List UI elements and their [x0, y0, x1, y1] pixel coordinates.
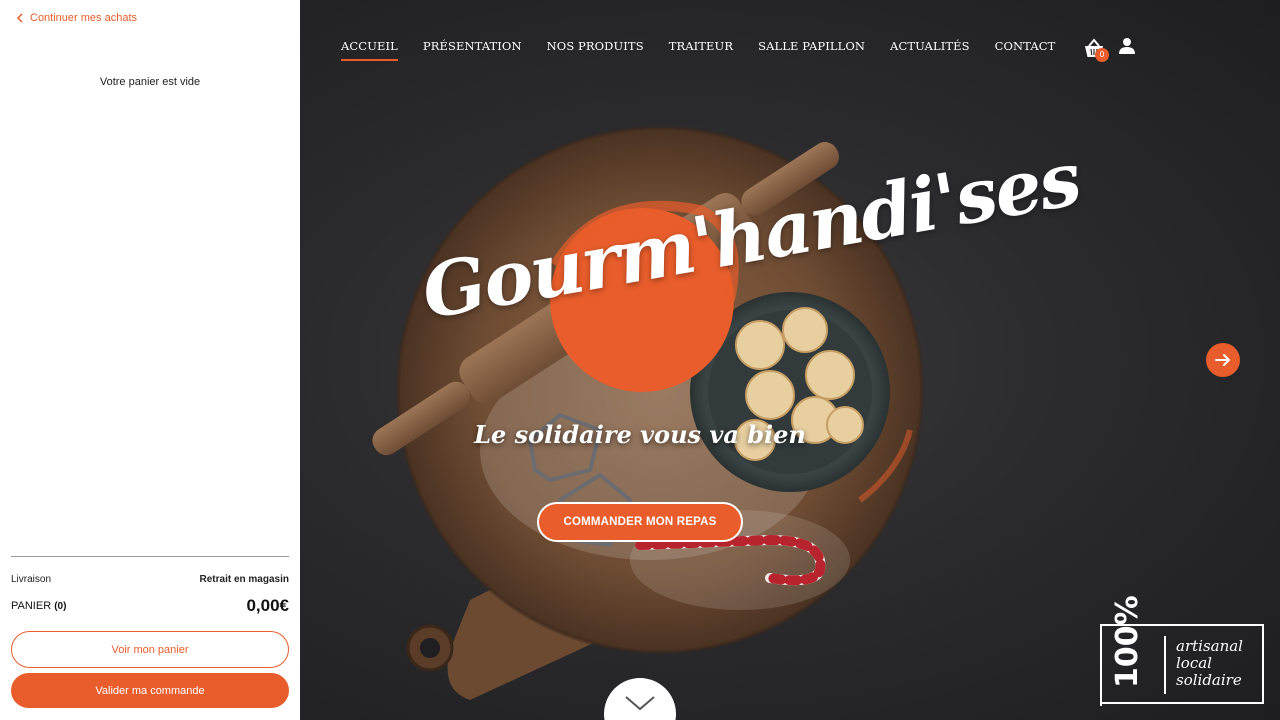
- badge-word-local: local: [1176, 654, 1212, 672]
- hero-tagline: Le solidaire vous va bien: [474, 420, 806, 449]
- nav-item-traiteur[interactable]: TRAITEUR: [669, 39, 733, 61]
- view-cart-button[interactable]: Voir mon panier: [11, 631, 289, 668]
- delivery-label: Livraison: [11, 574, 52, 585]
- badge-word-artisanal: artisanal: [1176, 637, 1243, 655]
- chevron-left-icon: [16, 13, 23, 23]
- nav-item-nos-produits[interactable]: NOS PRODUITS: [547, 39, 644, 61]
- nav-item-accueil[interactable]: ACCUEIL: [341, 39, 398, 61]
- badge-words: artisanal local solidaire: [1176, 638, 1243, 689]
- cart-label-text: PANIER: [11, 600, 52, 612]
- empty-cart-message: Votre panier est vide: [99, 76, 201, 88]
- chevron-down-icon: [625, 696, 655, 711]
- checkout-button[interactable]: Valider ma commande: [11, 673, 289, 708]
- badge-word-solidaire: solidaire: [1176, 671, 1242, 689]
- order-meal-button[interactable]: COMMANDER MON REPAS: [537, 502, 743, 542]
- cart-divider: [11, 556, 289, 557]
- nav-item-salle-papillon[interactable]: SALLE PAPILLON: [758, 39, 865, 61]
- continue-shopping-link[interactable]: Continuer mes achats: [16, 12, 137, 24]
- cart-count: (0): [54, 601, 67, 612]
- basket-count-badge: 0: [1095, 48, 1109, 62]
- badge-separator: [1164, 636, 1166, 694]
- nav-item-presentation[interactable]: PRÉSENTATION: [423, 39, 522, 61]
- arrow-right-icon: [1215, 354, 1230, 366]
- hero-section: ACCUEIL PRÉSENTATION NOS PRODUITS TRAITE…: [300, 0, 1280, 720]
- user-icon[interactable]: [1118, 37, 1136, 55]
- cart-total: 0,00€: [246, 596, 289, 615]
- main-nav: ACCUEIL PRÉSENTATION NOS PRODUITS TRAITE…: [341, 39, 1055, 61]
- delivery-value: Retrait en magasin: [199, 574, 289, 585]
- delivery-row: Livraison Retrait en magasin: [11, 574, 289, 585]
- slider-next-button[interactable]: [1206, 343, 1240, 377]
- continue-shopping-label: Continuer mes achats: [30, 12, 137, 24]
- artisanal-badge: 100% artisanal local solidaire: [1100, 595, 1264, 706]
- nav-item-contact[interactable]: CONTACT: [995, 39, 1056, 61]
- cart-label: PANIER (0): [11, 600, 66, 612]
- cart-total-row: PANIER (0) 0,00€: [11, 596, 289, 616]
- cart-panel: Continuer mes achats Votre panier est vi…: [0, 0, 300, 720]
- badge-frame-left: [1100, 626, 1102, 706]
- nav-item-actualites[interactable]: ACTUALITÉS: [890, 39, 970, 61]
- badge-percent: 100%: [1110, 595, 1145, 688]
